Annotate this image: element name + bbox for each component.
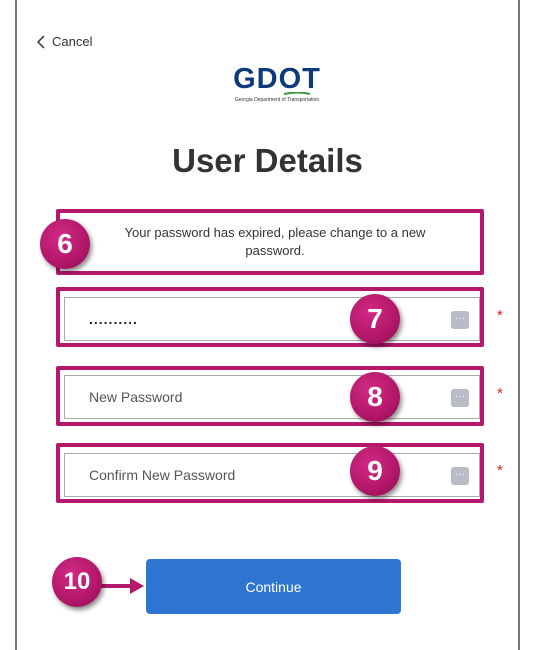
continue-button[interactable]: Continue (146, 559, 401, 614)
required-asterisk: * (497, 307, 503, 324)
highlight-box-new-password (56, 366, 484, 426)
required-asterisk: * (497, 462, 503, 479)
page-title: User Details (172, 142, 363, 179)
gdot-logo: GDOT Georgia Department of Transportatio… (222, 64, 332, 112)
step-badge-10: 10 (52, 557, 102, 607)
arrow-right-icon (100, 578, 144, 594)
step-badge-8: 8 (350, 372, 400, 422)
cancel-link[interactable]: Cancel (36, 34, 92, 49)
password-expired-message: Your password has expired, please change… (124, 225, 426, 258)
logo-word: GDOT (233, 63, 321, 95)
step-badge-6: 6 (40, 219, 90, 269)
logo-subtitle: Georgia Department of Transportation (234, 97, 320, 103)
step-badge-7: 7 (350, 294, 400, 344)
highlight-box-confirm-password (56, 443, 484, 503)
chevron-left-icon (36, 34, 45, 49)
step-badge-9: 9 (350, 446, 400, 496)
highlight-box-current-password (56, 287, 484, 347)
required-asterisk: * (497, 385, 503, 402)
cancel-label: Cancel (52, 34, 93, 49)
